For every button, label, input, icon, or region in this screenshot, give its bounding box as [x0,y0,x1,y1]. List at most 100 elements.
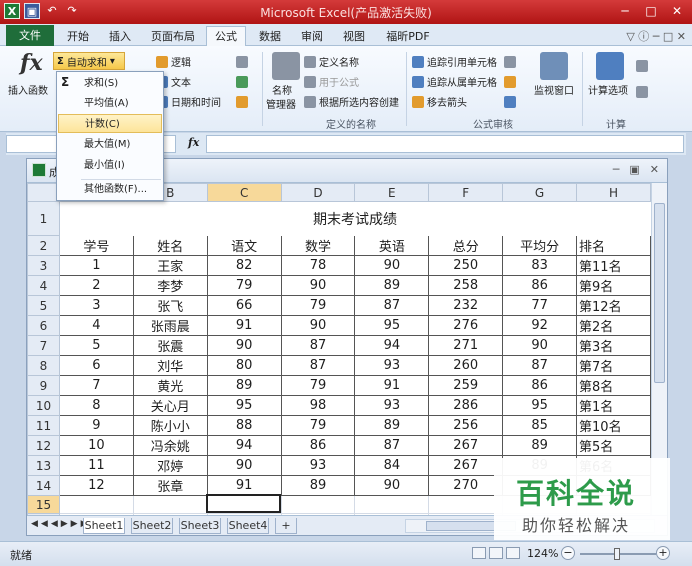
table-cell[interactable]: 张章 [132,475,208,496]
table-cell[interactable]: 89 [502,435,578,456]
watch-window-icon[interactable] [540,52,568,80]
menu-item-count[interactable]: 计数(C) [58,114,162,133]
name-manager-label-2[interactable]: 管理器 [266,96,296,111]
table-cell[interactable]: 267 [428,455,504,476]
table-cell[interactable]: 258 [428,275,504,296]
sheet-tab-sheet1[interactable]: Sheet1 [83,518,125,534]
tab-review[interactable]: 审阅 [294,27,330,46]
table-cell[interactable]: 83 [502,255,578,276]
table-cell[interactable]: 90 [206,455,282,476]
table-cell[interactable]: 94 [206,435,282,456]
table-cell[interactable]: 93 [354,355,430,376]
table-cell[interactable]: 7 [58,375,134,396]
table-cell[interactable]: 286 [428,395,504,416]
table-cell[interactable]: 66 [206,295,282,316]
row-header-9[interactable]: 9 [27,375,60,396]
tab-file[interactable]: 文件 [6,25,54,46]
table-cell[interactable]: 86 [280,435,356,456]
table-cell[interactable]: 84 [354,455,430,476]
menu-item-more-functions[interactable]: 其他函数(F)... [58,180,162,199]
table-cell[interactable]: 4 [58,315,134,336]
menu-item-max[interactable]: 最大值(M) [58,135,162,154]
row-header-1[interactable]: 1 [27,201,60,236]
table-cell[interactable]: 256 [428,415,504,436]
table-cell[interactable]: 260 [428,355,504,376]
table-cell[interactable]: 关心月 [132,395,208,416]
calc-sheet-icon[interactable] [636,86,648,98]
use-in-formula-button[interactable]: 用于公式 [304,74,359,89]
table-cell[interactable] [428,494,504,515]
row-header-10[interactable]: 10 [27,395,60,416]
zoom-slider-thumb[interactable] [614,548,620,560]
show-formulas-icon[interactable] [504,56,516,68]
row-header-5[interactable]: 5 [27,295,60,316]
close-icon[interactable]: ✕ [666,2,688,20]
tab-view[interactable]: 视图 [336,27,372,46]
error-checking-icon[interactable] [504,76,516,88]
trace-precedents-button[interactable]: 追踪引用单元格 [412,54,497,69]
formula-input[interactable] [206,135,684,153]
table-cell[interactable]: 王家 [132,255,208,276]
sheet-tab-sheet4[interactable]: Sheet4 [227,518,269,534]
table-cell[interactable]: 87 [280,335,356,356]
name-manager-icon[interactable] [272,52,300,80]
tab-home[interactable]: 开始 [60,27,96,46]
help-icon[interactable]: ▽ ⓘ ─ □ ✕ [626,28,686,44]
row-header-3[interactable]: 3 [27,255,60,276]
tab-pdf[interactable]: 福昕PDF [380,27,436,46]
table-cell[interactable]: 232 [428,295,504,316]
table-cell[interactable]: 80 [206,355,282,376]
column-header-g[interactable]: G [502,183,578,202]
sheet-title-cell[interactable]: 期末考试成绩 [59,202,650,236]
table-cell[interactable]: 刘华 [132,355,208,376]
table-cell[interactable]: 79 [280,295,356,316]
sheet-tab-sheet3[interactable]: Sheet3 [179,518,221,534]
header-cell[interactable]: 总分 [428,235,504,256]
row-header-14[interactable]: 14 [27,475,60,496]
column-header-d[interactable]: D [280,183,356,202]
table-cell[interactable]: 黄光 [132,375,208,396]
table-cell[interactable]: 1 [58,255,134,276]
row-header-12[interactable]: 12 [27,435,60,456]
table-cell[interactable]: 91 [206,315,282,336]
header-cell[interactable]: 排名 [576,235,651,256]
table-cell[interactable]: 第9名 [576,275,651,296]
table-cell[interactable]: 90 [280,315,356,336]
tab-insert[interactable]: 插入 [102,27,138,46]
insert-function-icon[interactable]: fx [20,50,43,76]
table-cell[interactable]: 91 [354,375,430,396]
column-header-c[interactable]: C [206,183,282,202]
table-cell[interactable]: 89 [354,415,430,436]
table-cell[interactable]: 90 [206,335,282,356]
table-cell[interactable]: 第11名 [576,255,651,276]
table-cell[interactable]: 第1名 [576,395,651,416]
tab-page-layout[interactable]: 页面布局 [144,27,202,46]
table-cell[interactable]: 8 [58,395,134,416]
table-cell[interactable]: 259 [428,375,504,396]
normal-view-icon[interactable] [472,547,486,559]
zoom-in-icon[interactable]: + [656,546,670,560]
zoom-out-icon[interactable]: − [561,546,575,560]
name-manager-label-1[interactable]: 名称 [272,82,292,97]
table-cell[interactable]: 87 [280,355,356,376]
table-cell[interactable]: 92 [502,315,578,336]
row-header-2[interactable]: 2 [27,235,60,256]
row-header-6[interactable]: 6 [27,315,60,336]
header-cell[interactable]: 平均分 [502,235,578,256]
table-cell[interactable]: 第3名 [576,335,651,356]
row-header-15[interactable]: 15 [27,494,60,515]
insert-sheet-icon[interactable]: + [275,518,297,534]
table-cell[interactable]: 78 [280,255,356,276]
table-cell[interactable]: 2 [58,275,134,296]
table-cell[interactable]: 89 [354,275,430,296]
create-from-selection-button[interactable]: 根据所选内容创建 [304,94,399,109]
table-cell[interactable]: 张雨晨 [132,315,208,336]
tab-formulas[interactable]: 公式 [206,26,246,47]
table-cell[interactable]: 87 [502,355,578,376]
table-cell[interactable]: 张震 [132,335,208,356]
table-cell[interactable]: 10 [58,435,134,456]
table-cell[interactable]: 93 [280,455,356,476]
table-cell[interactable]: 12 [58,475,134,496]
table-cell[interactable]: 82 [206,255,282,276]
calc-now-icon[interactable] [636,60,648,72]
